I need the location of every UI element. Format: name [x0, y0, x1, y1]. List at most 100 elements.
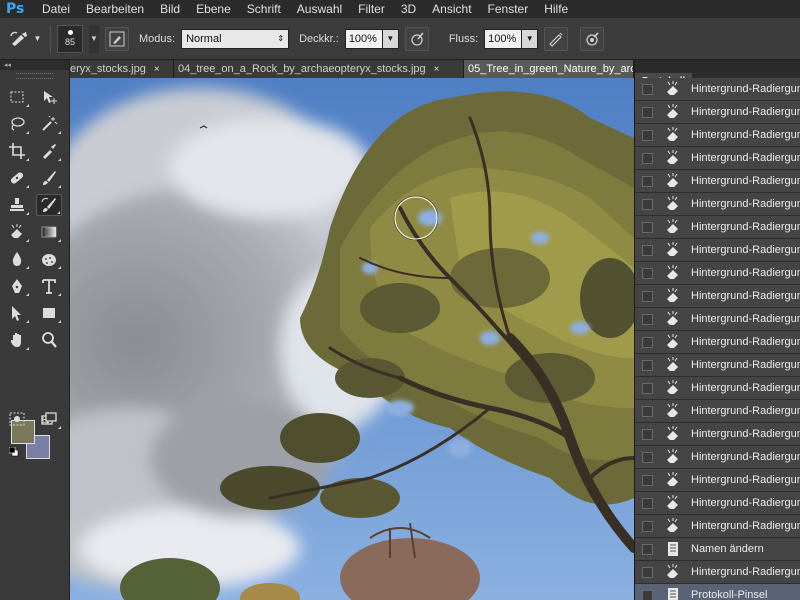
- menu-bearbeiten[interactable]: Bearbeiten: [78, 0, 152, 18]
- menu-auswahl[interactable]: Auswahl: [289, 0, 350, 18]
- menu-fenster[interactable]: Fenster: [480, 0, 537, 18]
- history-item[interactable]: Hintergrund-Radiergummi: [635, 331, 800, 354]
- magic-wand-tool[interactable]: [36, 113, 62, 135]
- history-item[interactable]: Hintergrund-Radiergummi: [635, 561, 800, 584]
- history-snapshot-checkbox[interactable]: [642, 566, 653, 578]
- menu-bild[interactable]: Bild: [152, 0, 188, 18]
- menu-schrift[interactable]: Schrift: [239, 0, 289, 18]
- flow-input[interactable]: 100%: [484, 28, 523, 49]
- history-snapshot-checkbox[interactable]: [642, 152, 653, 164]
- history-item[interactable]: Namen ändern: [635, 538, 800, 561]
- opacity-input[interactable]: 100%: [344, 28, 383, 49]
- path-selection-tool[interactable]: [4, 302, 30, 324]
- history-item[interactable]: Hintergrund-Radiergummi: [635, 216, 800, 239]
- tools-panel-header[interactable]: ◂◂: [0, 60, 69, 70]
- brush-panel-toggle[interactable]: [105, 26, 129, 51]
- tools-panel-grip[interactable]: [16, 73, 53, 79]
- pressure-opacity-button[interactable]: [404, 26, 429, 51]
- history-item[interactable]: Hintergrund-Radiergummi: [635, 101, 800, 124]
- mode-select[interactable]: Normal ⇕: [181, 28, 290, 49]
- move-tool[interactable]: [36, 86, 62, 108]
- close-icon[interactable]: ×: [434, 64, 440, 75]
- history-snapshot-checkbox[interactable]: [642, 267, 653, 279]
- history-item[interactable]: Hintergrund-Radiergummi: [635, 239, 800, 262]
- history-snapshot-checkbox[interactable]: [642, 589, 653, 600]
- history-item[interactable]: Hintergrund-Radiergummi: [635, 354, 800, 377]
- menu-3d[interactable]: 3D: [393, 0, 424, 18]
- history-item[interactable]: Hintergrund-Radiergummi: [635, 285, 800, 308]
- menu-ebene[interactable]: Ebene: [188, 0, 239, 18]
- eyedropper-tool[interactable]: [36, 140, 62, 162]
- history-snapshot-checkbox[interactable]: [642, 129, 653, 141]
- sponge-tool[interactable]: [36, 248, 62, 270]
- history-snapshot-checkbox[interactable]: [642, 497, 653, 509]
- history-snapshot-checkbox[interactable]: [642, 336, 653, 348]
- history-snapshot-checkbox[interactable]: [642, 106, 653, 118]
- history-snapshot-checkbox[interactable]: [642, 175, 653, 187]
- history-snapshot-checkbox[interactable]: [642, 244, 653, 256]
- history-item[interactable]: Hintergrund-Radiergummi: [635, 469, 800, 492]
- history-snapshot-checkbox[interactable]: [642, 290, 653, 302]
- history-snapshot-checkbox[interactable]: [642, 313, 653, 325]
- history-item[interactable]: Hintergrund-Radiergummi: [635, 308, 800, 331]
- close-icon[interactable]: ×: [154, 64, 160, 75]
- menu-ansicht[interactable]: Ansicht: [424, 0, 479, 18]
- history-item[interactable]: Hintergrund-Radiergummi: [635, 515, 800, 538]
- history-item[interactable]: Hintergrund-Radiergummi: [635, 147, 800, 170]
- menu-filter[interactable]: Filter: [350, 0, 393, 18]
- history-snapshot-checkbox[interactable]: [642, 382, 653, 394]
- pressure-size-button[interactable]: [580, 26, 605, 51]
- tab-document-2[interactable]: 04_tree_on_a_Rock_by_archaeopteryx_stock…: [174, 60, 464, 78]
- tab-document-3[interactable]: 05_Tree_in_green_Nature_by_arc: [464, 60, 634, 78]
- brush-tool[interactable]: [36, 167, 62, 189]
- history-item[interactable]: Hintergrund-Radiergummi: [635, 170, 800, 193]
- brush-picker[interactable]: 85: [57, 24, 83, 53]
- history-snapshot-checkbox[interactable]: [642, 198, 653, 210]
- menu-hilfe[interactable]: Hilfe: [536, 0, 576, 18]
- history-item[interactable]: Hintergrund-Radiergummi: [635, 78, 800, 101]
- history-item[interactable]: Hintergrund-Radiergummi: [635, 262, 800, 285]
- screen-mode-tool[interactable]: [36, 408, 62, 430]
- history-brush-tool[interactable]: [36, 194, 62, 216]
- history-item[interactable]: Hintergrund-Radiergummi: [635, 124, 800, 147]
- history-snapshot-checkbox[interactable]: [642, 83, 653, 95]
- zoom-tool[interactable]: [36, 329, 62, 351]
- clone-stamp-tool[interactable]: [4, 194, 30, 216]
- brush-picker-dropdown[interactable]: ▼: [89, 24, 99, 53]
- blur-tool[interactable]: [4, 248, 30, 270]
- pen-tool[interactable]: [4, 275, 30, 297]
- shape-tool[interactable]: [36, 302, 62, 324]
- history-snapshot-checkbox[interactable]: [642, 428, 653, 440]
- flow-dropdown[interactable]: ▼: [522, 28, 539, 49]
- history-item[interactable]: Protokoll-Pinsel: [635, 584, 800, 600]
- history-snapshot-checkbox[interactable]: [642, 543, 653, 555]
- gradient-tool[interactable]: [36, 221, 62, 243]
- history-snapshot-checkbox[interactable]: [642, 405, 653, 417]
- tool-preset-picker[interactable]: ▼: [6, 25, 44, 53]
- quick-mask-tool[interactable]: [4, 408, 30, 430]
- type-tool[interactable]: [36, 275, 62, 297]
- history-snapshot-checkbox[interactable]: [642, 474, 653, 486]
- history-item[interactable]: Hintergrund-Radiergummi: [635, 423, 800, 446]
- history-item[interactable]: Hintergrund-Radiergummi: [635, 400, 800, 423]
- history-item[interactable]: Hintergrund-Radiergummi: [635, 492, 800, 515]
- document-canvas[interactable]: [70, 78, 634, 600]
- default-colors-icon[interactable]: [8, 446, 19, 460]
- menu-datei[interactable]: Datei: [34, 0, 78, 18]
- history-item[interactable]: Hintergrund-Radiergummi: [635, 377, 800, 400]
- hand-tool[interactable]: [4, 329, 30, 351]
- history-item[interactable]: Hintergrund-Radiergummi: [635, 446, 800, 469]
- history-snapshot-checkbox[interactable]: [642, 359, 653, 371]
- opacity-dropdown[interactable]: ▼: [382, 28, 399, 49]
- history-snapshot-checkbox[interactable]: [642, 451, 653, 463]
- airbrush-button[interactable]: [544, 26, 569, 51]
- lasso-tool[interactable]: [4, 113, 30, 135]
- history-snapshot-checkbox[interactable]: [642, 221, 653, 233]
- history-item[interactable]: Hintergrund-Radiergummi: [635, 193, 800, 216]
- healing-brush-tool[interactable]: [4, 167, 30, 189]
- history-snapshot-checkbox[interactable]: [642, 520, 653, 532]
- eraser-tool[interactable]: [4, 221, 30, 243]
- panel-dock-header[interactable]: [635, 60, 800, 72]
- crop-tool[interactable]: [4, 140, 30, 162]
- tab-document-1[interactable]: eryx_stocks.jpg ×: [70, 60, 174, 78]
